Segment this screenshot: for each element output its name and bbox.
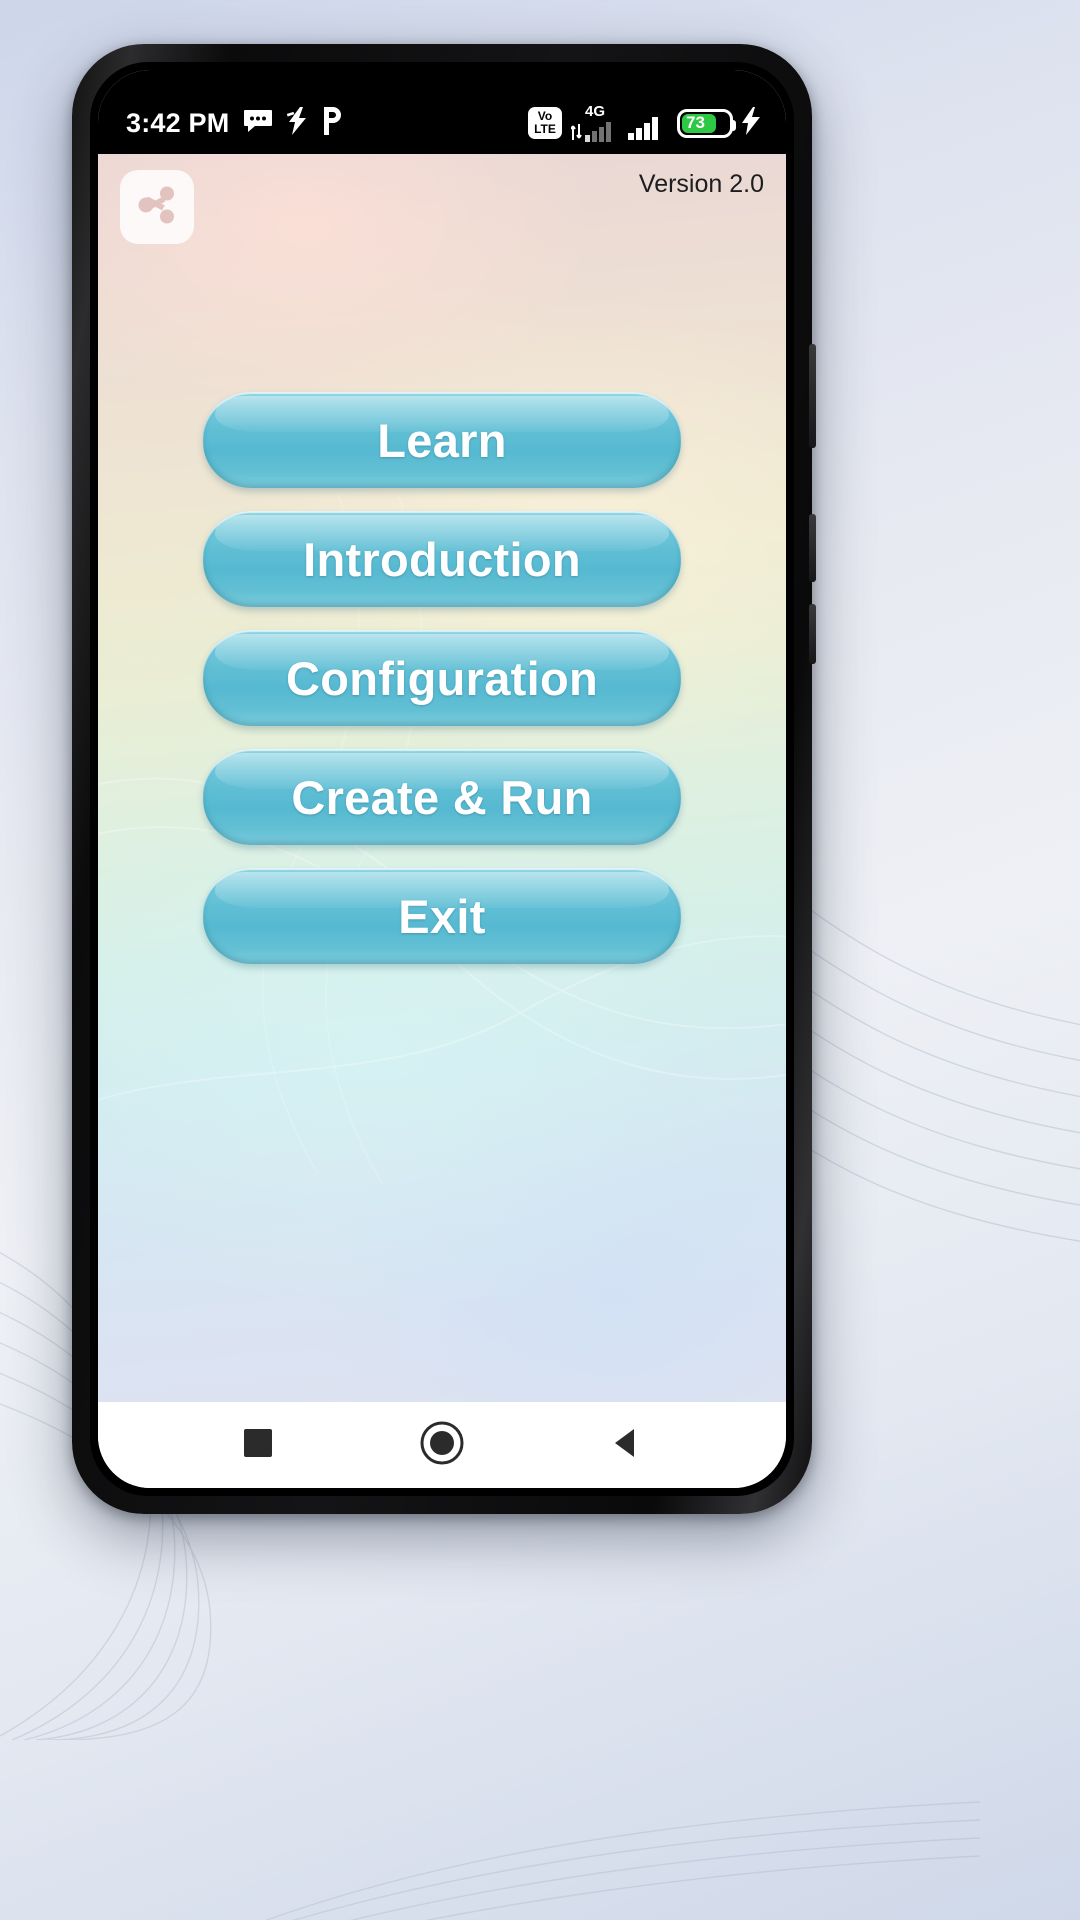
status-bar: 3:42 PM Vo LTE 4G 73	[98, 70, 786, 154]
menu-button-introduction[interactable]: Introduction	[203, 511, 681, 607]
back-triangle-icon[interactable]	[609, 1426, 643, 1465]
menu-button-label: Create & Run	[291, 770, 593, 824]
menu-button-label: Introduction	[303, 532, 581, 586]
volte-bottom-text: LTE	[534, 122, 556, 136]
status-bar-clock: 3:42 PM	[126, 107, 230, 138]
home-circle-icon[interactable]	[420, 1421, 464, 1470]
charging-bolt-icon	[742, 106, 760, 140]
backdrop-line-art-bottom	[200, 1750, 980, 1920]
battery-percent-label: 73	[686, 113, 705, 132]
message-icon	[243, 109, 273, 138]
volte-badge-icon: Vo LTE	[528, 107, 562, 139]
signal-bars-sim1-icon: 4G	[571, 104, 619, 142]
status-bar-left-group: 3:42 PM	[126, 85, 343, 140]
phone-device-frame: 3:42 PM Vo LTE 4G 73 Version 2.0 Learn I…	[72, 44, 816, 1514]
menu-button-label: Configuration	[286, 651, 598, 705]
version-label: Version 2.0	[638, 170, 764, 198]
menu-button-create-and-run[interactable]: Create & Run	[203, 749, 681, 845]
paytm-icon	[321, 106, 343, 140]
signal-bars-sim2-icon	[628, 102, 668, 145]
volume-button[interactable]	[809, 344, 816, 448]
menu-button-label: Exit	[398, 889, 486, 943]
power-button[interactable]	[809, 514, 816, 582]
battery-icon: 73	[677, 108, 736, 138]
menu-button-configuration[interactable]: Configuration	[203, 630, 681, 726]
assistant-button[interactable]	[809, 604, 816, 664]
flash-icon	[287, 106, 307, 140]
phone-screen: 3:42 PM Vo LTE 4G 73 Version 2.0 Learn I…	[98, 70, 786, 1488]
android-navigation-bar	[98, 1402, 786, 1488]
app-home-screen: Version 2.0 Learn Introduction Configura…	[98, 154, 786, 1402]
menu-button-learn[interactable]: Learn	[203, 392, 681, 488]
menu-button-label: Learn	[377, 413, 507, 467]
recents-square-icon[interactable]	[241, 1426, 275, 1465]
network-type-label: 4G	[584, 103, 605, 120]
share-button[interactable]	[120, 170, 194, 244]
share-icon	[136, 184, 178, 231]
desktop-backdrop: 3:42 PM Vo LTE 4G 73 Version 2.0 Learn I…	[0, 0, 1080, 1920]
menu-button-exit[interactable]: Exit	[203, 868, 681, 964]
main-menu: Learn Introduction Configuration Create …	[98, 392, 786, 964]
status-bar-right-group: Vo LTE 4G 73	[528, 80, 760, 145]
